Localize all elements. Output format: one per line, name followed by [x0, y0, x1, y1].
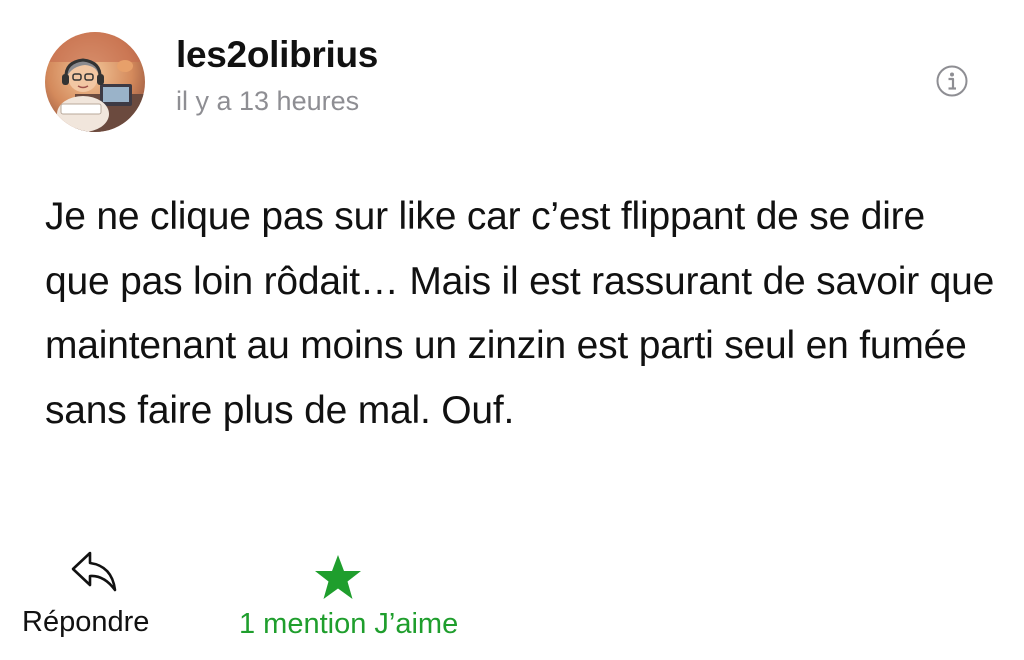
username[interactable]: les2olibrius — [176, 34, 378, 76]
like-count-label: 1 mention J’aime — [239, 608, 459, 640]
comment-text: Je ne clique pas sur like car c’est flip… — [45, 195, 995, 432]
reply-arrow-icon — [70, 550, 118, 594]
like-button[interactable]: 1 mention J’aime — [230, 548, 510, 648]
info-button[interactable] — [935, 64, 969, 98]
comment-card: les2olibrius il y a 13 heures Je ne cliq… — [0, 0, 1024, 660]
reply-button[interactable]: Répondre — [14, 548, 182, 648]
info-circle-icon — [936, 65, 968, 97]
bitmoji-avatar-icon — [45, 32, 145, 132]
reply-label: Répondre — [22, 606, 150, 638]
comment-timestamp: il y a 13 heures — [176, 86, 360, 116]
star-icon — [314, 554, 362, 600]
user-avatar[interactable] — [45, 32, 145, 132]
